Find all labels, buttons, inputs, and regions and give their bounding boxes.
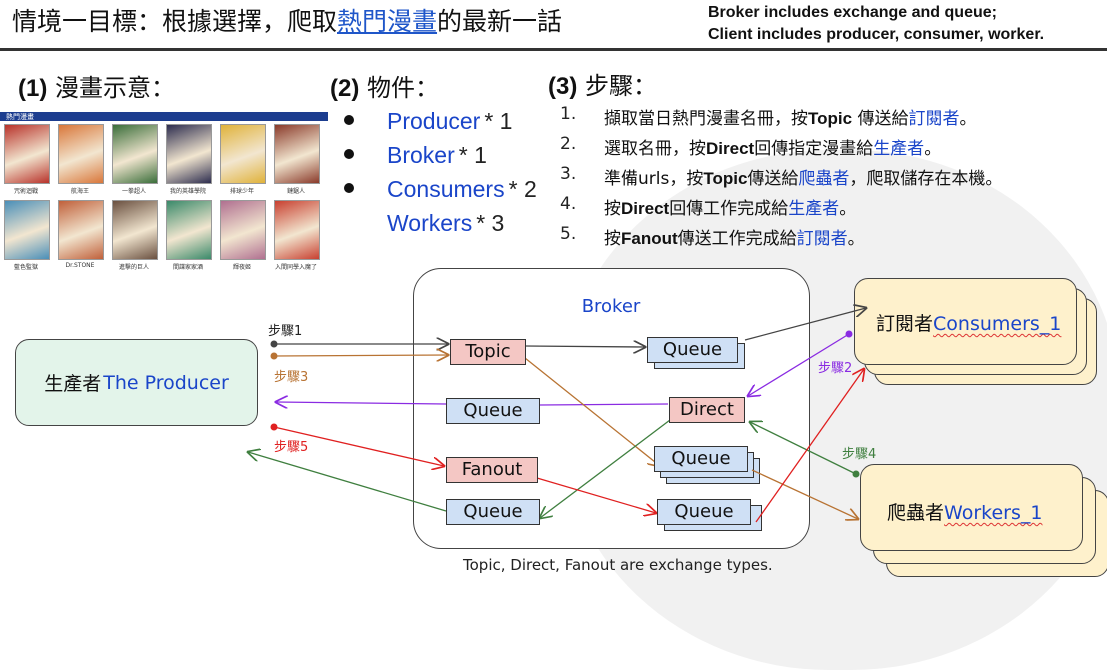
edge-step3-producer-topic	[273, 355, 448, 356]
step3-dot	[270, 352, 278, 360]
queue-producer-direct: Queue	[446, 398, 540, 424]
edge-direct-fanout-queue	[540, 419, 671, 518]
queue-consumer: Queue	[647, 337, 738, 363]
exchange-direct: Direct	[669, 397, 745, 423]
step5-label: 步驟5	[274, 440, 309, 455]
step4-dot	[852, 470, 860, 478]
queue-worker: Queue	[654, 446, 748, 472]
edge-queue-producer	[276, 402, 447, 404]
diagram-caption: Topic, Direct, Fanout are exchange types…	[463, 556, 773, 574]
exchange-fanout: Fanout	[446, 457, 538, 483]
step2-dot	[845, 330, 853, 338]
step2-label: 步驟2	[818, 361, 853, 376]
edge-queue-worker	[751, 469, 858, 519]
edge-direct-queue	[539, 403, 669, 406]
step1-dot	[270, 340, 278, 348]
step5-dot	[270, 423, 278, 431]
worker-label: 爬蟲者Workers_1	[887, 502, 1043, 524]
queue-fanout: Queue	[657, 499, 751, 525]
step4-label: 步驟4	[842, 447, 877, 462]
step3-label: 步驟3	[274, 370, 309, 385]
edge-topic-worker-queue	[524, 357, 660, 466]
edge-step4-worker-direct	[750, 422, 857, 475]
edge-fanout-queue	[536, 477, 656, 513]
edge-topic-queue	[524, 346, 645, 347]
edge-queue-producer-green	[248, 452, 447, 512]
exchange-topic: Topic	[450, 339, 526, 365]
step1-label: 步驟1	[268, 324, 303, 339]
queue-producer-fanout: Queue	[446, 499, 540, 525]
consumer-label: 訂閱者Consumers_1	[876, 313, 1062, 335]
